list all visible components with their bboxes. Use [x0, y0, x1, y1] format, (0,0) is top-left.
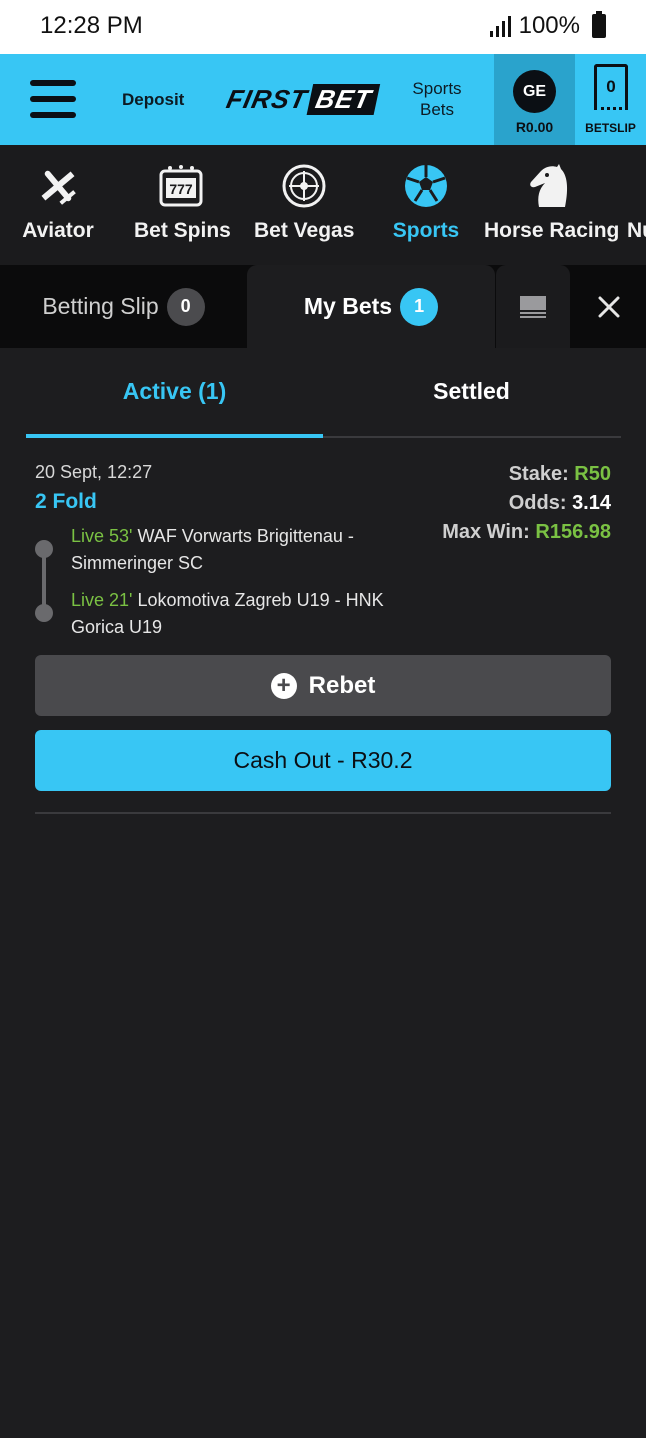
battery-percent: 100%	[518, 12, 580, 39]
stake-value: R50	[574, 463, 611, 485]
cash-out-button[interactable]: Cash Out - R30.2	[35, 730, 611, 791]
category-more[interactable]: Nu	[627, 163, 646, 243]
odds-value: 3.14	[572, 492, 611, 514]
category-sports[interactable]: Sports	[392, 163, 460, 243]
timeline-dot	[35, 540, 53, 558]
battery-icon	[592, 11, 606, 38]
active-tab-indicator	[26, 434, 323, 438]
close-icon	[598, 296, 620, 317]
roulette-icon	[282, 164, 326, 208]
category-label: Bet Vegas	[254, 219, 355, 242]
logo-first: FIRST	[223, 83, 311, 114]
category-label: Aviator	[22, 219, 94, 242]
category-label: Bet Spins	[134, 219, 231, 242]
max-win-row: Max Win: R156.98	[442, 521, 611, 544]
rebet-button[interactable]: + Rebet	[35, 655, 611, 716]
firstbet-logo[interactable]: FIRST BET	[223, 83, 381, 115]
account-button[interactable]: GE R0.00	[494, 54, 575, 145]
status-right: 100%	[489, 11, 606, 40]
slot-machine-icon: 777	[159, 165, 203, 207]
tab-betting-slip[interactable]: Betting Slip 0	[0, 265, 247, 348]
svg-text:777: 777	[169, 181, 193, 197]
category-nav: Aviator 777 Bet Spins Bet Vegas Sports H…	[0, 145, 646, 265]
category-label: Sports	[392, 219, 460, 242]
bet-leg: Live 53' WAF Vorwarts Brigittenau - Simm…	[71, 523, 411, 577]
odds-label: Odds:	[508, 492, 567, 514]
app-header: Deposit FIRST BET Sports Bets GE R0.00 0…	[0, 54, 646, 145]
bet-date: 20 Sept, 12:27	[35, 462, 153, 482]
category-icon-placeholder	[627, 163, 646, 209]
deposit-link[interactable]: Deposit	[122, 90, 184, 110]
category-bet-vegas[interactable]: Bet Vegas	[254, 163, 354, 243]
betslip-label: BETSLIP	[585, 121, 636, 135]
signal-icon	[489, 15, 511, 37]
expand-button[interactable]	[496, 265, 570, 348]
sports-bets-line1: Sports	[412, 79, 462, 98]
close-button[interactable]	[572, 265, 646, 348]
expand-icon	[520, 295, 546, 318]
odds-row: Odds: 3.14	[509, 492, 611, 515]
category-horse-racing[interactable]: Horse Racing	[484, 163, 620, 243]
plus-circle-icon: +	[270, 672, 297, 699]
tab-active[interactable]: Active (1)	[26, 378, 323, 405]
avatar: GE	[513, 70, 556, 113]
count-badge: 1	[400, 287, 439, 326]
stake-row: Stake: R50	[509, 463, 611, 486]
bet-type: 2 Fold	[35, 490, 97, 513]
bet-status-tabs: Active (1) Settled	[26, 348, 621, 438]
sports-bets-line2: Bets	[419, 100, 455, 119]
account-balance: R0.00	[515, 119, 554, 135]
rebet-label: Rebet	[308, 671, 376, 699]
slip-tabs: Betting Slip 0 My Bets 1	[0, 265, 646, 348]
status-bar: 12:28 PM 100%	[0, 0, 646, 54]
category-label: Horse Racing	[484, 219, 620, 242]
timeline-dot	[35, 604, 53, 622]
soccer-ball-icon	[405, 165, 447, 207]
max-win-value: R156.98	[535, 521, 611, 543]
category-label: Nu	[627, 219, 646, 242]
logo-bet: BET	[306, 83, 381, 115]
tab-settled[interactable]: Settled	[323, 378, 620, 405]
stake-label: Stake:	[508, 463, 569, 485]
max-win-label: Max Win:	[442, 521, 530, 543]
tab-label: Betting Slip	[42, 293, 159, 319]
horse-head-icon	[530, 164, 568, 207]
category-aviator[interactable]: Aviator	[22, 163, 94, 243]
count-badge: 0	[166, 287, 205, 326]
divider	[35, 812, 611, 814]
aviator-plane-icon	[41, 170, 76, 205]
status-time: 12:28 PM	[40, 12, 143, 39]
hamburger-menu-icon[interactable]	[30, 80, 76, 118]
leg-live-time: Live 21'	[71, 590, 133, 610]
betslip-button[interactable]: 0 BETSLIP	[575, 54, 646, 145]
tab-label: My Bets	[303, 293, 393, 319]
bet-leg: Live 21' Lokomotiva Zagreb U19 - HNK Gor…	[71, 587, 411, 641]
sports-bets-link[interactable]: Sports Bets	[400, 78, 474, 120]
tab-my-bets[interactable]: My Bets 1	[247, 265, 495, 348]
category-bet-spins[interactable]: 777 Bet Spins	[134, 163, 231, 243]
betslip-ticket-icon: 0	[594, 64, 628, 110]
leg-live-time: Live 53'	[71, 526, 133, 546]
